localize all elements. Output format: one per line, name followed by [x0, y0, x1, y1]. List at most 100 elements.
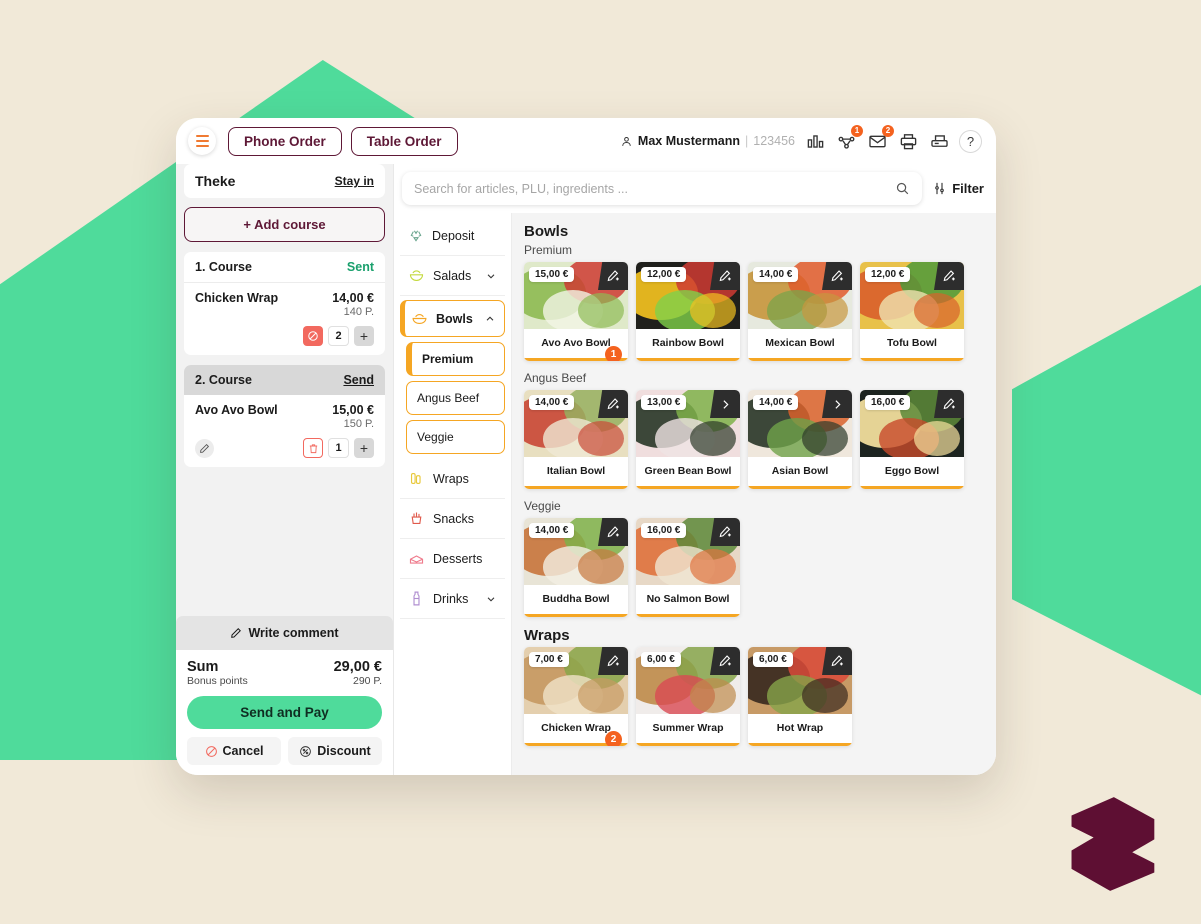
search-input[interactable]: [414, 181, 896, 196]
edit-plus-icon: [607, 655, 619, 667]
cancel-label: Cancel: [222, 744, 264, 758]
product-underline: [636, 486, 740, 489]
chevron-right-icon[interactable]: [822, 390, 852, 418]
hamburger-icon[interactable]: [188, 127, 216, 155]
filter-label: Filter: [952, 181, 984, 196]
product-card[interactable]: 14,00 € Buddha Bowl: [524, 518, 628, 617]
help-button[interactable]: ?: [959, 129, 982, 153]
course-block-1: 1. Course Sent Chicken Wrap 14,00 € 140 …: [184, 252, 385, 355]
category-item-snacks[interactable]: Snacks: [400, 499, 505, 539]
chevron-right-icon[interactable]: [710, 390, 740, 418]
course-header-1: 1. Course Sent: [184, 252, 385, 283]
product-card[interactable]: 6,00 € Summer Wrap: [636, 647, 740, 746]
discount-button[interactable]: Discount: [288, 737, 382, 765]
category-item-desserts[interactable]: Desserts: [400, 539, 505, 579]
mail-icon[interactable]: 2: [866, 125, 894, 152]
edit-plus-icon[interactable]: [710, 518, 740, 546]
user-info[interactable]: Max Mustermann | 123456: [620, 134, 795, 148]
product-row: 14,00 € Buddha Bowl 16,00 € No Salmon Bo…: [524, 518, 984, 617]
line-item-name-2: Avo Avo Bowl: [195, 403, 278, 417]
trash-icon[interactable]: [303, 438, 323, 458]
void-icon[interactable]: [303, 326, 323, 346]
increase-quantity-button-2[interactable]: +: [354, 438, 374, 458]
product-price: 12,00 €: [641, 267, 687, 282]
write-comment-label: Write comment: [248, 626, 339, 640]
edit-plus-icon[interactable]: [598, 390, 628, 418]
edit-pencil-icon[interactable]: [195, 438, 214, 458]
subcategory-angus-beef[interactable]: Angus Beef: [406, 381, 505, 415]
category-item-bowls[interactable]: Bowls: [400, 300, 505, 337]
product-name: Summer Wrap: [652, 722, 724, 734]
increase-quantity-button-1[interactable]: +: [354, 326, 374, 346]
edit-plus-icon[interactable]: [710, 647, 740, 675]
user-name: Max Mustermann: [637, 134, 741, 148]
product-price: 16,00 €: [865, 395, 911, 410]
product-card[interactable]: 14,00 € Asian Bowl: [748, 390, 852, 489]
share-network-icon[interactable]: 1: [835, 125, 863, 152]
add-course-button[interactable]: + Add course: [184, 207, 385, 242]
search-icon[interactable]: [895, 181, 910, 196]
product-card[interactable]: 6,00 € Hot Wrap: [748, 647, 852, 746]
product-price: 14,00 €: [753, 395, 799, 410]
section-subheading: Veggie: [524, 499, 561, 513]
product-image: 6,00 €: [636, 647, 740, 714]
product-card[interactable]: 7,00 € Chicken Wrap 2: [524, 647, 628, 746]
quantity-value-2[interactable]: 1: [328, 438, 349, 458]
product-underline: [636, 614, 740, 617]
category-label-desserts: Desserts: [433, 551, 483, 566]
product-underline: [860, 358, 964, 361]
quantity-value-1[interactable]: 2: [328, 326, 349, 346]
edit-plus-icon: [831, 270, 843, 282]
edit-plus-icon[interactable]: [934, 390, 964, 418]
edit-plus-icon[interactable]: [822, 262, 852, 290]
product-underline: [748, 486, 852, 489]
section-heading: Bowls: [524, 223, 569, 240]
category-item-drinks[interactable]: Drinks: [400, 579, 505, 619]
edit-plus-icon[interactable]: [710, 262, 740, 290]
product-card[interactable]: 15,00 € Avo Avo Bowl 1: [524, 262, 628, 361]
edit-plus-icon[interactable]: [598, 262, 628, 290]
course-send-link-2[interactable]: Send: [343, 373, 374, 387]
product-underline: [860, 486, 964, 489]
send-and-pay-button[interactable]: Send and Pay: [187, 696, 382, 729]
cake-icon: [409, 555, 424, 564]
stats-icon[interactable]: [804, 130, 826, 152]
filter-button[interactable]: Filter: [932, 181, 984, 196]
product-card[interactable]: 14,00 € Italian Bowl: [524, 390, 628, 489]
product-card[interactable]: 12,00 € Tofu Bowl: [860, 262, 964, 361]
sum-label: Sum: [187, 659, 219, 675]
footer-buttons: Cancel Discount: [187, 737, 382, 765]
product-image: 15,00 €: [524, 262, 628, 329]
product-image: 16,00 €: [860, 390, 964, 457]
product-price: 14,00 €: [529, 523, 575, 538]
tab-table-order[interactable]: Table Order: [350, 126, 458, 156]
category-item-salads[interactable]: Salads: [400, 256, 505, 296]
category-item-deposit[interactable]: Deposit: [400, 217, 505, 256]
product-price: 12,00 €: [865, 267, 911, 282]
scanner-icon[interactable]: [928, 130, 950, 152]
top-bar: Phone Order Table Order Max Mustermann |…: [176, 118, 996, 164]
edit-plus-icon[interactable]: [598, 518, 628, 546]
subcategory-veggie[interactable]: Veggie: [406, 420, 505, 454]
printer-icon[interactable]: [897, 130, 919, 152]
product-card[interactable]: 16,00 € No Salmon Bowl: [636, 518, 740, 617]
share-badge: 1: [851, 125, 863, 137]
order-panel-spacer: [184, 477, 385, 616]
product-card[interactable]: 16,00 € Eggo Bowl: [860, 390, 964, 489]
category-item-wraps[interactable]: Wraps: [400, 459, 505, 499]
product-card[interactable]: 12,00 € Rainbow Bowl: [636, 262, 740, 361]
edit-plus-icon[interactable]: [934, 262, 964, 290]
product-card[interactable]: 13,00 € Green Bean Bowl: [636, 390, 740, 489]
catalog-area: Filter Deposit: [394, 164, 996, 775]
stay-in-link[interactable]: Stay in: [335, 174, 374, 188]
tab-phone-order[interactable]: Phone Order: [228, 126, 342, 156]
cancel-button[interactable]: Cancel: [187, 737, 281, 765]
subcategory-premium[interactable]: Premium: [406, 342, 505, 376]
edit-plus-icon[interactable]: [598, 647, 628, 675]
category-label-wraps: Wraps: [433, 471, 469, 486]
top-bar-right: Max Mustermann | 123456 1 2 ?: [620, 125, 982, 153]
write-comment-button[interactable]: Write comment: [176, 616, 393, 650]
product-card[interactable]: 14,00 € Mexican Bowl: [748, 262, 852, 361]
product-grid[interactable]: Bowls Premium 15,00 € Avo Avo Bowl 1 12,0…: [512, 213, 996, 775]
edit-plus-icon[interactable]: [822, 647, 852, 675]
